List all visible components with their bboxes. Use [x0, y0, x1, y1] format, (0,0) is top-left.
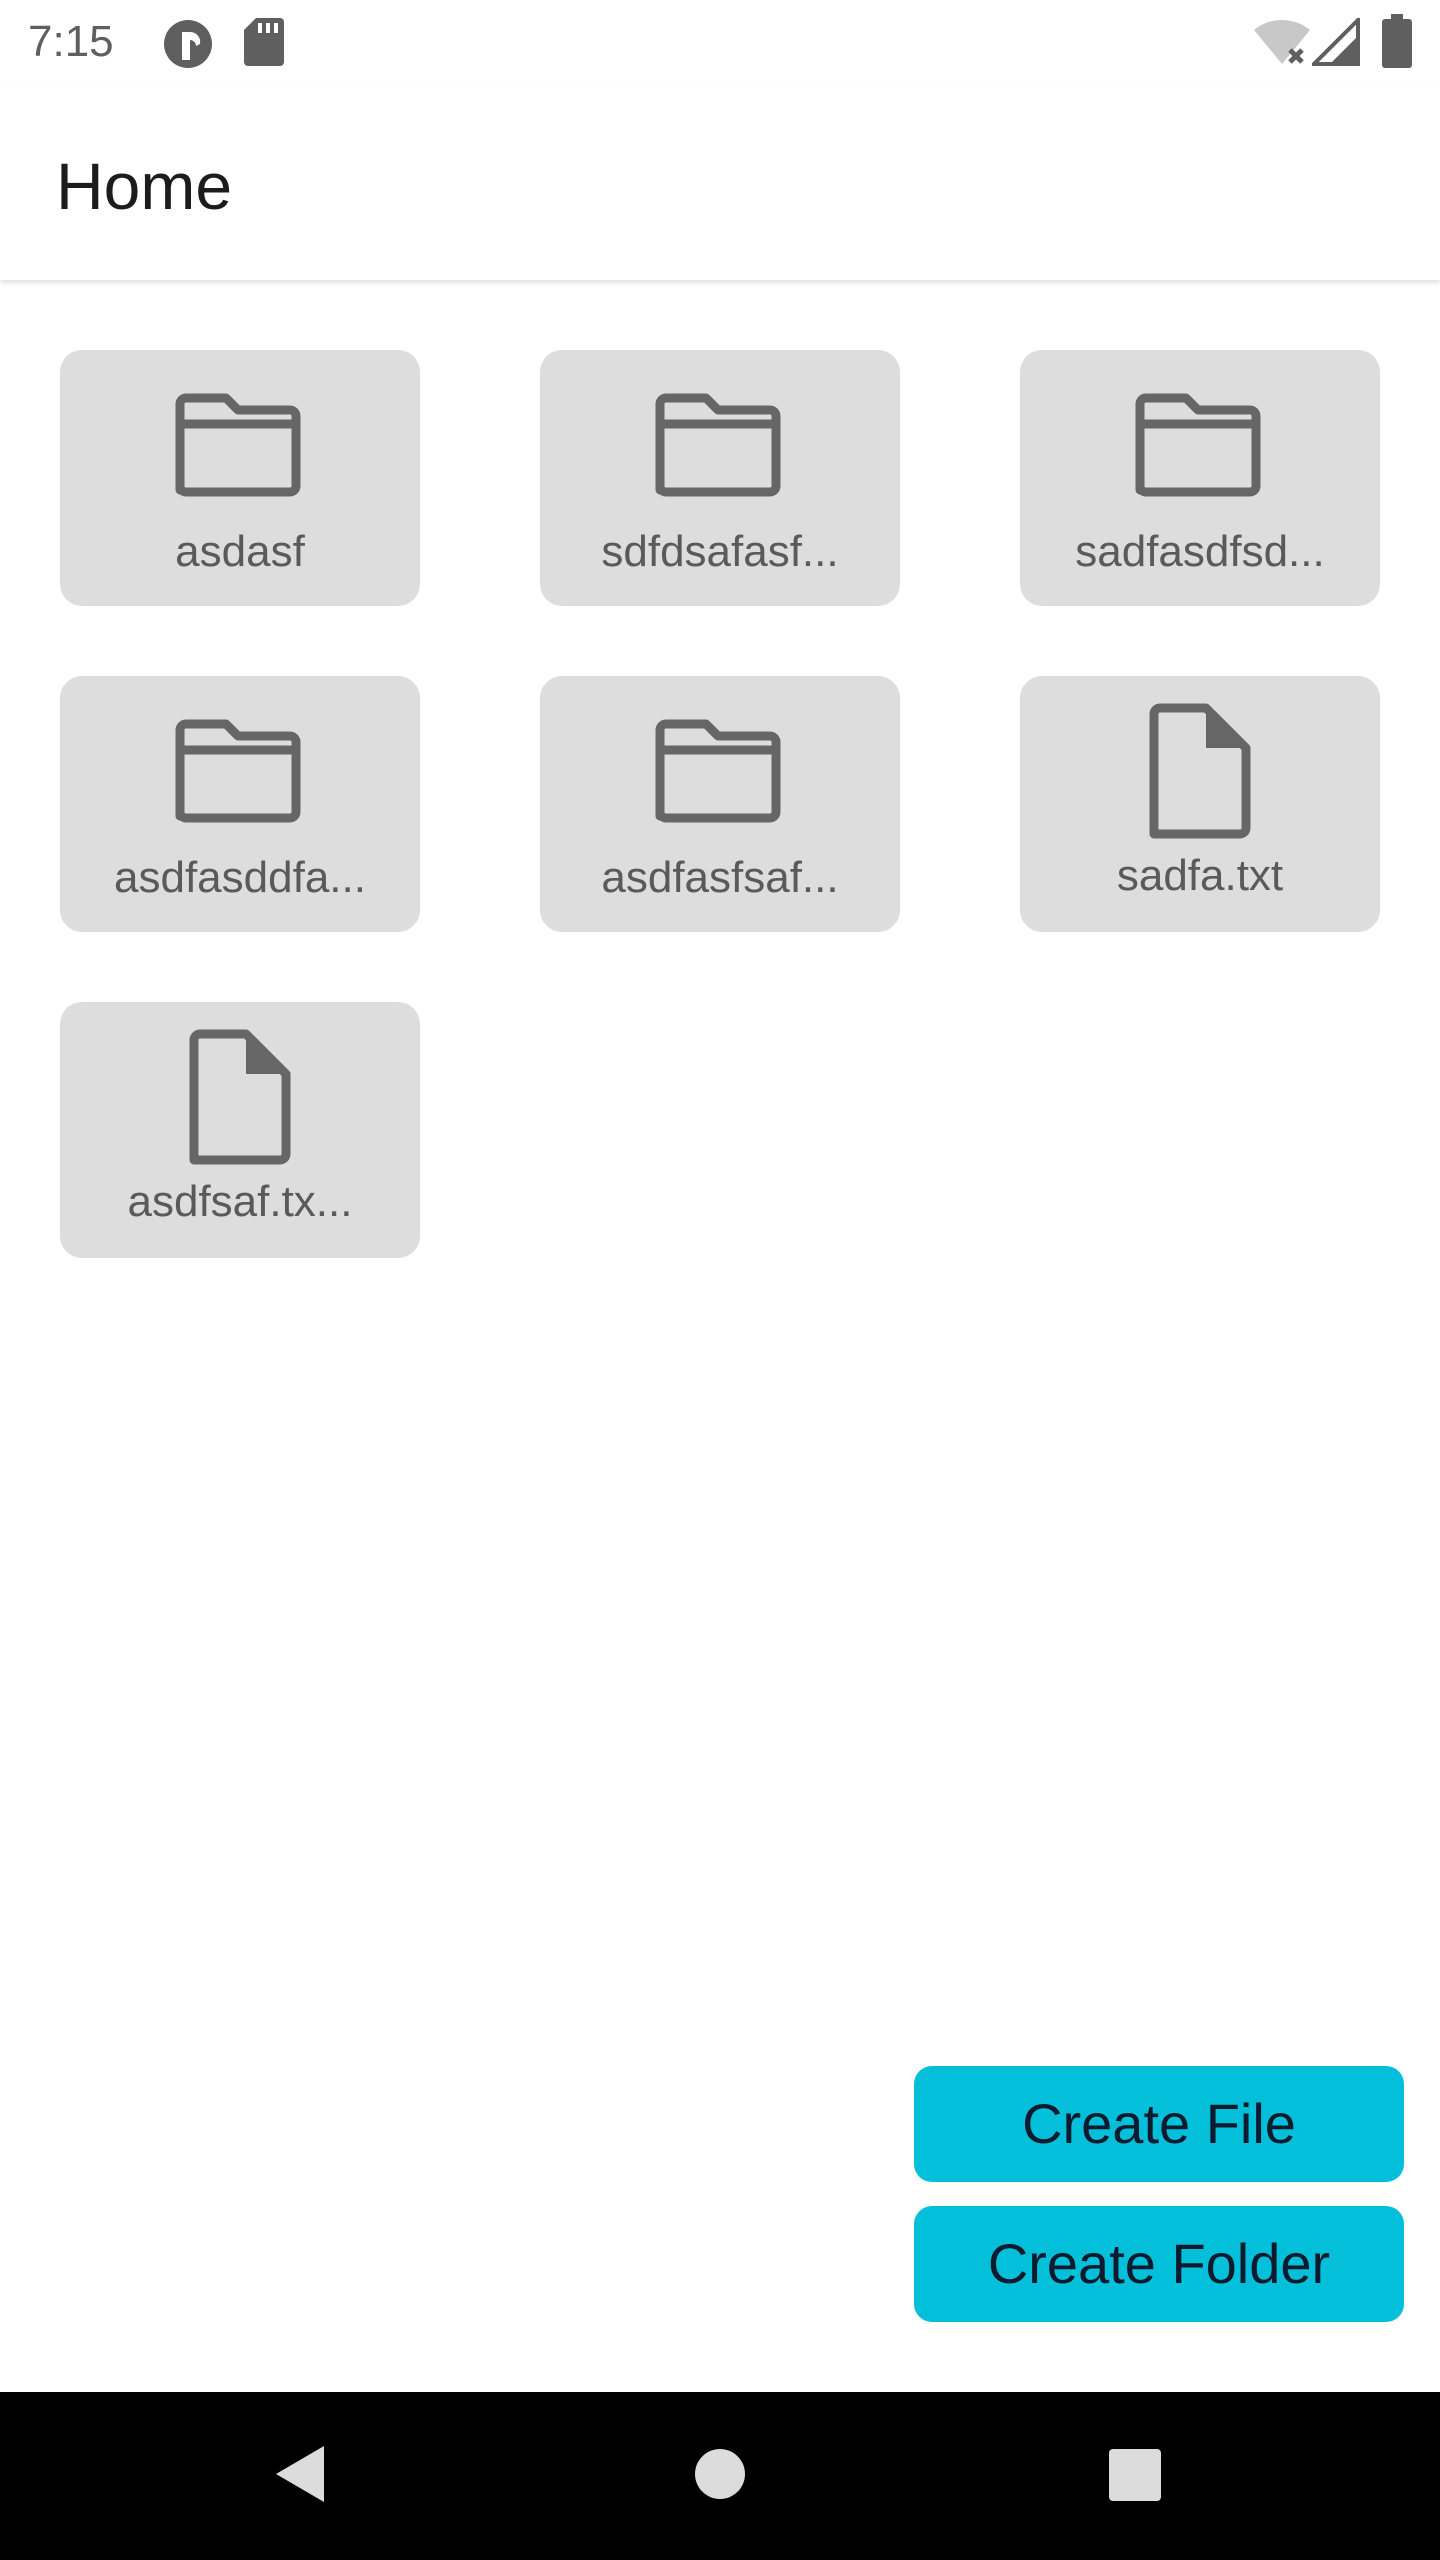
cell-signal-icon [1312, 18, 1360, 66]
folder-item[interactable]: asdfasfsaf... [540, 676, 900, 932]
file-item[interactable]: sadfa.txt [1020, 676, 1380, 932]
battery-icon [1382, 14, 1412, 68]
folder-item[interactable]: sdfdsafasf... [540, 350, 900, 606]
create-file-button[interactable]: Create File [914, 2066, 1404, 2182]
back-icon[interactable] [272, 2442, 328, 2506]
folder-icon [175, 719, 301, 823]
item-name: asdfsaf.tx... [127, 1177, 353, 1226]
app-notification-icon [164, 20, 212, 68]
file-item[interactable]: asdfsaf.tx... [60, 1002, 420, 1258]
page-title: Home [56, 149, 233, 223]
folder-item[interactable]: sadfasdfsd... [1020, 350, 1380, 606]
item-name: asdfasddfa... [114, 853, 366, 902]
folder-icon [1135, 393, 1261, 497]
recents-icon[interactable] [1108, 2448, 1162, 2502]
sd-card-icon [244, 18, 284, 66]
home-icon[interactable] [694, 2448, 746, 2500]
folder-icon [175, 393, 301, 497]
create-folder-button[interactable]: Create Folder [914, 2206, 1404, 2322]
app-bar: Home [0, 84, 1440, 280]
item-name: asdasf [175, 527, 305, 576]
item-name: sdfdsafasf... [601, 527, 839, 576]
status-time: 7:15 [28, 17, 114, 66]
item-name: sadfa.txt [1116, 851, 1284, 900]
screen: 7:15 Home asdasf sdfdsafasf... sadfasdfs… [0, 0, 1440, 2560]
wifi-off-icon [1254, 19, 1310, 65]
item-name: sadfasdfsd... [1075, 527, 1325, 576]
navigation-bar [0, 2392, 1440, 2560]
file-icon [1149, 703, 1251, 839]
status-bar: 7:15 [0, 0, 1440, 84]
folder-item[interactable]: asdasf [60, 350, 420, 606]
item-name: asdfasfsaf... [601, 853, 839, 902]
folder-icon [655, 393, 781, 497]
folder-item[interactable]: asdfasddfa... [60, 676, 420, 932]
folder-icon [655, 719, 781, 823]
file-icon [189, 1029, 291, 1165]
